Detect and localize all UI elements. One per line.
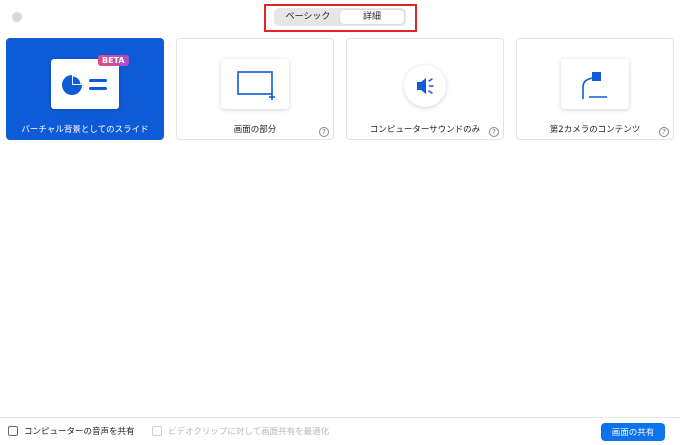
tab-switcher: ベーシック 詳細 bbox=[274, 8, 406, 26]
optimize-video-label: ビデオクリップに対して画面共有を最適化 bbox=[168, 427, 330, 437]
card-second-camera[interactable]: 第2カメラのコンテンツ ? bbox=[516, 38, 674, 140]
card-label: 第2カメラのコンテンツ bbox=[549, 125, 641, 135]
card-slides-background[interactable]: BETA バーチャル背景としてのスライド bbox=[6, 38, 164, 140]
card-label: 画面の部分 bbox=[233, 125, 277, 135]
card-screen-portion[interactable]: 画面の部分 ? bbox=[176, 38, 334, 140]
share-screen-button[interactable]: 画面の共有 bbox=[601, 423, 665, 441]
tab-advanced[interactable]: 詳細 bbox=[340, 10, 404, 24]
card-computer-sound[interactable]: コンピューターサウンドのみ ? bbox=[346, 38, 504, 140]
card-label: バーチャル背景としてのスライド bbox=[21, 125, 149, 135]
optimize-video-option[interactable]: ビデオクリップに対して画面共有を最適化 bbox=[152, 425, 329, 437]
document-camera-icon bbox=[561, 59, 629, 109]
beta-badge: BETA bbox=[98, 55, 129, 66]
card-label: コンピューターサウンドのみ bbox=[369, 125, 481, 135]
share-audio-checkbox[interactable] bbox=[8, 426, 18, 436]
window-control-dot[interactable] bbox=[12, 12, 22, 22]
share-audio-label: コンピューターの音声を共有 bbox=[24, 427, 135, 437]
share-audio-option[interactable]: コンピューターの音声を共有 bbox=[8, 425, 135, 437]
speaker-icon bbox=[404, 65, 446, 107]
tab-basic[interactable]: ベーシック bbox=[276, 10, 340, 24]
screen-portion-icon bbox=[221, 59, 289, 109]
help-icon[interactable]: ? bbox=[659, 127, 669, 137]
footer-bar: コンピューターの音声を共有 ビデオクリップに対して画面共有を最適化 画面の共有 bbox=[0, 417, 680, 445]
optimize-video-checkbox[interactable] bbox=[152, 426, 162, 436]
help-icon[interactable]: ? bbox=[319, 127, 329, 137]
help-icon[interactable]: ? bbox=[489, 127, 499, 137]
slides-icon bbox=[51, 59, 119, 109]
